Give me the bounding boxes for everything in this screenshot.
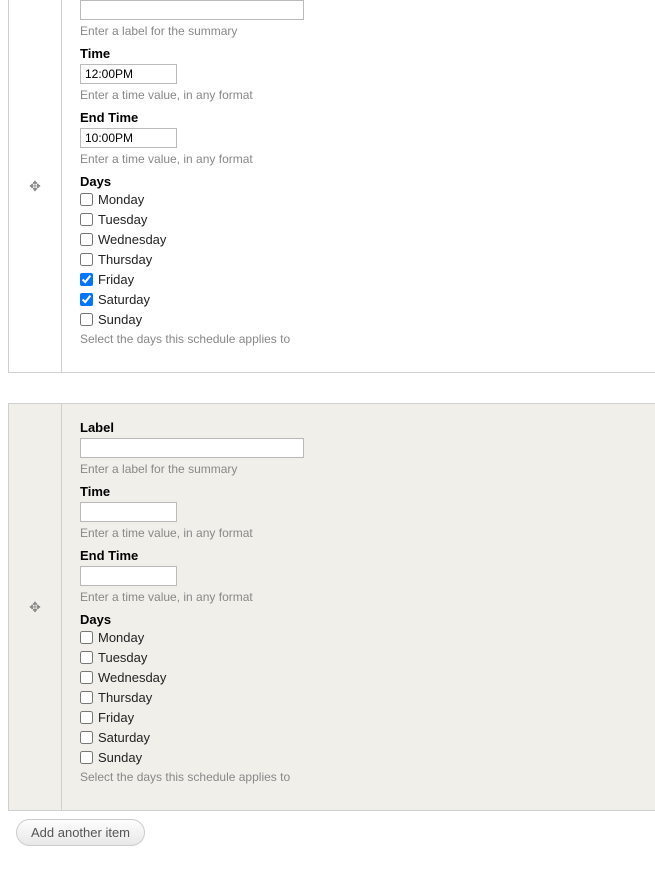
endtime-field: End Time Enter a time value, in any form… xyxy=(62,548,655,604)
day-label: Saturday xyxy=(98,730,150,745)
day-checkbox-row: Tuesday xyxy=(80,650,637,665)
day-checkbox-row: Monday xyxy=(80,192,637,207)
endtime-help-text: Enter a time value, in any format xyxy=(80,152,637,166)
schedule-item: ✥ Enter a label for the summary Time Ent… xyxy=(8,0,655,373)
days-field: Days Monday Tuesday Wednesday Thursday Frida… xyxy=(62,174,655,346)
day-label: Wednesday xyxy=(98,670,166,685)
label-help-text: Enter a label for the summary xyxy=(80,24,637,38)
day-checkbox-sunday[interactable] xyxy=(80,751,93,764)
day-checkbox-thursday[interactable] xyxy=(80,691,93,704)
day-checkbox-saturday[interactable] xyxy=(80,293,93,306)
add-another-item-button[interactable]: Add another item xyxy=(16,819,145,846)
day-label: Wednesday xyxy=(98,232,166,247)
time-label: Time xyxy=(80,46,637,61)
label-input[interactable] xyxy=(80,438,304,458)
move-icon[interactable]: ✥ xyxy=(29,178,41,195)
day-checkbox-tuesday[interactable] xyxy=(80,651,93,664)
day-label: Thursday xyxy=(98,252,152,267)
endtime-label: End Time xyxy=(80,110,637,125)
endtime-field: End Time Enter a time value, in any form… xyxy=(62,110,655,166)
move-icon[interactable]: ✥ xyxy=(29,599,41,616)
day-checkbox-row: Wednesday xyxy=(80,232,637,247)
day-label: Sunday xyxy=(98,750,142,765)
days-help-text: Select the days this schedule applies to xyxy=(80,332,637,346)
day-checkbox-tuesday[interactable] xyxy=(80,213,93,226)
day-label: Sunday xyxy=(98,312,142,327)
label-input[interactable] xyxy=(80,0,304,20)
day-checkbox-row: Tuesday xyxy=(80,212,637,227)
label-heading: Label xyxy=(80,420,637,435)
endtime-label: End Time xyxy=(80,548,637,563)
endtime-help-text: Enter a time value, in any format xyxy=(80,590,637,604)
drag-handle-column: ✥ xyxy=(9,0,61,372)
day-label: Tuesday xyxy=(98,212,147,227)
endtime-input[interactable] xyxy=(80,566,177,586)
endtime-input[interactable] xyxy=(80,128,177,148)
day-checkbox-row: Friday xyxy=(80,272,637,287)
day-checkbox-row: Monday xyxy=(80,630,637,645)
day-label: Friday xyxy=(98,710,134,725)
day-checkbox-saturday[interactable] xyxy=(80,731,93,744)
time-input[interactable] xyxy=(80,502,177,522)
day-checkbox-wednesday[interactable] xyxy=(80,233,93,246)
label-field: Enter a label for the summary xyxy=(62,0,655,38)
footer: Add another item xyxy=(8,819,655,856)
day-label: Friday xyxy=(98,272,134,287)
label-field: Label Enter a label for the summary xyxy=(62,420,655,476)
time-field: Time Enter a time value, in any format xyxy=(62,46,655,102)
day-checkbox-wednesday[interactable] xyxy=(80,671,93,684)
day-label: Monday xyxy=(98,192,144,207)
days-label: Days xyxy=(80,174,637,189)
day-checkbox-row: Wednesday xyxy=(80,670,637,685)
time-label: Time xyxy=(80,484,637,499)
day-checkbox-row: Saturday xyxy=(80,730,637,745)
time-help-text: Enter a time value, in any format xyxy=(80,526,637,540)
day-label: Tuesday xyxy=(98,650,147,665)
day-checkbox-friday[interactable] xyxy=(80,711,93,724)
time-field: Time Enter a time value, in any format xyxy=(62,484,655,540)
days-checkbox-group: Monday Tuesday Wednesday Thursday Friday Satu… xyxy=(80,630,637,765)
days-checkbox-group: Monday Tuesday Wednesday Thursday Friday Satu… xyxy=(80,192,637,327)
days-label: Days xyxy=(80,612,637,627)
day-checkbox-sunday[interactable] xyxy=(80,313,93,326)
day-checkbox-row: Friday xyxy=(80,710,637,725)
day-checkbox-thursday[interactable] xyxy=(80,253,93,266)
day-label: Saturday xyxy=(98,292,150,307)
time-help-text: Enter a time value, in any format xyxy=(80,88,637,102)
day-checkbox-monday[interactable] xyxy=(80,631,93,644)
day-checkbox-row: Thursday xyxy=(80,690,637,705)
time-input[interactable] xyxy=(80,64,177,84)
day-checkbox-friday[interactable] xyxy=(80,273,93,286)
day-label: Thursday xyxy=(98,690,152,705)
drag-handle-column: ✥ xyxy=(9,404,61,810)
day-checkbox-monday[interactable] xyxy=(80,193,93,206)
day-checkbox-row: Saturday xyxy=(80,292,637,307)
days-field: Days Monday Tuesday Wednesday Thursday Frida… xyxy=(62,612,655,784)
label-help-text: Enter a label for the summary xyxy=(80,462,637,476)
day-label: Monday xyxy=(98,630,144,645)
days-help-text: Select the days this schedule applies to xyxy=(80,770,637,784)
day-checkbox-row: Thursday xyxy=(80,252,637,267)
schedule-item: ✥ Label Enter a label for the summary Ti… xyxy=(8,403,655,811)
day-checkbox-row: Sunday xyxy=(80,312,637,327)
day-checkbox-row: Sunday xyxy=(80,750,637,765)
